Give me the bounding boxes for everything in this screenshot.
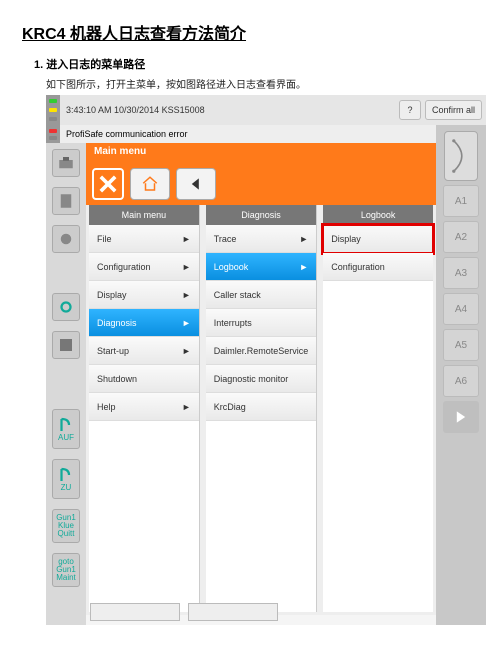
- col-head-main: Main menu: [89, 205, 199, 225]
- mi-startup[interactable]: Start-up ►: [89, 337, 199, 365]
- mi-diagnosis[interactable]: Diagnosis ►: [89, 309, 199, 337]
- mi-label: Start-up: [97, 346, 129, 356]
- doc-title: KRC4 机器人日志查看方法简介: [22, 20, 480, 44]
- chevron-right-icon: ►: [182, 262, 191, 272]
- axis-a4[interactable]: A4: [443, 293, 479, 325]
- col-head-diag: Diagnosis: [206, 205, 317, 225]
- mi-trace[interactable]: Trace ►: [206, 225, 317, 253]
- mi-file[interactable]: File ►: [89, 225, 199, 253]
- main-menu-title: Main menu: [86, 143, 436, 163]
- led-stack: [46, 95, 60, 125]
- mi-label: Logbook: [214, 262, 249, 272]
- mi-label: Shutdown: [97, 374, 137, 384]
- main-menu-controls: [86, 163, 436, 205]
- status-time: 3:43:10 AM 10/30/2014 KSS15008: [60, 103, 399, 118]
- col-main-menu: Main menu File► Configuration► Display► …: [89, 205, 200, 612]
- back-button[interactable]: [176, 168, 216, 200]
- error-text: ProfiSafe communication error: [60, 129, 188, 139]
- mi-interrupts[interactable]: Interrupts: [206, 309, 317, 337]
- mi-label: Daimler.RemoteService: [214, 346, 309, 356]
- jog-mode-icon[interactable]: [444, 131, 478, 181]
- left-rail: AUF ZU Gun1 Klue Quitt goto Gun1 Maint: [46, 143, 86, 625]
- mi-label: Configuration: [97, 262, 151, 272]
- chevron-right-icon: ►: [182, 290, 191, 300]
- led-stack-2: [46, 125, 60, 143]
- file-icon[interactable]: [52, 187, 80, 215]
- right-rail: A1 A2 A3 A4 A5 A6: [436, 125, 486, 625]
- axis-a3[interactable]: A3: [443, 257, 479, 289]
- mi-callerstack[interactable]: Caller stack: [206, 281, 317, 309]
- mi-logbook-display[interactable]: Display: [323, 225, 433, 253]
- mi-daimler[interactable]: Daimler.RemoteService: [206, 337, 317, 365]
- zu-button[interactable]: ZU: [52, 459, 80, 499]
- toolbox-icon[interactable]: [52, 149, 80, 177]
- auf-button[interactable]: AUF: [52, 409, 80, 449]
- play-button[interactable]: [443, 401, 479, 433]
- gear-icon[interactable]: [52, 293, 80, 321]
- mi-configuration[interactable]: Configuration ►: [89, 253, 199, 281]
- mi-logbook-config[interactable]: Configuration: [323, 253, 433, 281]
- screenshot: 3:43:10 AM 10/30/2014 KSS15008 ? Confirm…: [46, 95, 486, 625]
- mi-label: File: [97, 234, 112, 244]
- module-icon[interactable]: [52, 331, 80, 359]
- mi-logbook[interactable]: Logbook ►: [206, 253, 317, 281]
- mi-label: Caller stack: [214, 290, 261, 300]
- mi-label: KrcDiag: [214, 402, 246, 412]
- gun1-quit-button[interactable]: Gun1 Klue Quitt: [52, 509, 80, 543]
- axis-a2[interactable]: A2: [443, 221, 479, 253]
- chevron-right-icon: ►: [182, 346, 191, 356]
- zu-label: ZU: [61, 484, 72, 492]
- footer-field-2[interactable]: [188, 603, 278, 621]
- mi-display[interactable]: Display ►: [89, 281, 199, 309]
- gripper-icon[interactable]: [52, 225, 80, 253]
- chevron-right-icon: ►: [182, 402, 191, 412]
- footer-row: [90, 603, 434, 623]
- mi-krcdiag[interactable]: KrcDiag: [206, 393, 317, 421]
- close-button[interactable]: [92, 168, 124, 200]
- footer-field-1[interactable]: [90, 603, 180, 621]
- col-logbook: Logbook Display Configuration: [323, 205, 433, 612]
- chevron-right-icon: ►: [299, 262, 308, 272]
- mi-label: Trace: [214, 234, 237, 244]
- mi-label: Configuration: [331, 262, 385, 272]
- axis-a5[interactable]: A5: [443, 329, 479, 361]
- mi-diagmonitor[interactable]: Diagnostic monitor: [206, 365, 317, 393]
- col-head-logbook: Logbook: [323, 205, 433, 225]
- auf-label: AUF: [58, 434, 74, 442]
- mi-label: Diagnosis: [97, 318, 137, 328]
- menu-columns: Main menu File► Configuration► Display► …: [86, 205, 436, 615]
- mi-help[interactable]: Help ►: [89, 393, 199, 421]
- mi-label: Display: [331, 234, 361, 244]
- main-menu-panel: Main menu Main menu File ► Configuration ►…: [86, 143, 436, 615]
- mi-label: Help: [97, 402, 116, 412]
- mi-shutdown[interactable]: Shutdown: [89, 365, 199, 393]
- home-button[interactable]: [130, 168, 170, 200]
- step-desc: 如下图所示，打开主菜单，按如图路径进入日志查看界面。: [46, 76, 480, 91]
- status-bar: 3:43:10 AM 10/30/2014 KSS15008 ? Confirm…: [46, 95, 486, 125]
- mi-label: Display: [97, 290, 127, 300]
- step-label: 1. 进入日志的菜单路径: [34, 56, 480, 72]
- chevron-right-icon: ►: [299, 234, 308, 244]
- mi-label: Interrupts: [214, 318, 252, 328]
- error-bar: ProfiSafe communication error: [46, 125, 436, 143]
- axis-a1[interactable]: A1: [443, 185, 479, 217]
- confirm-all-button[interactable]: Confirm all: [425, 100, 482, 120]
- chevron-right-icon: ►: [182, 234, 191, 244]
- help-button[interactable]: ?: [399, 100, 421, 120]
- col-diagnosis: Diagnosis Trace ► Logbook ► Caller stack I…: [206, 205, 318, 612]
- axis-a6[interactable]: A6: [443, 365, 479, 397]
- chevron-right-icon: ►: [182, 318, 191, 328]
- goto-gun1-button[interactable]: goto Gun1 Maint: [52, 553, 80, 587]
- mi-label: Diagnostic monitor: [214, 374, 289, 384]
